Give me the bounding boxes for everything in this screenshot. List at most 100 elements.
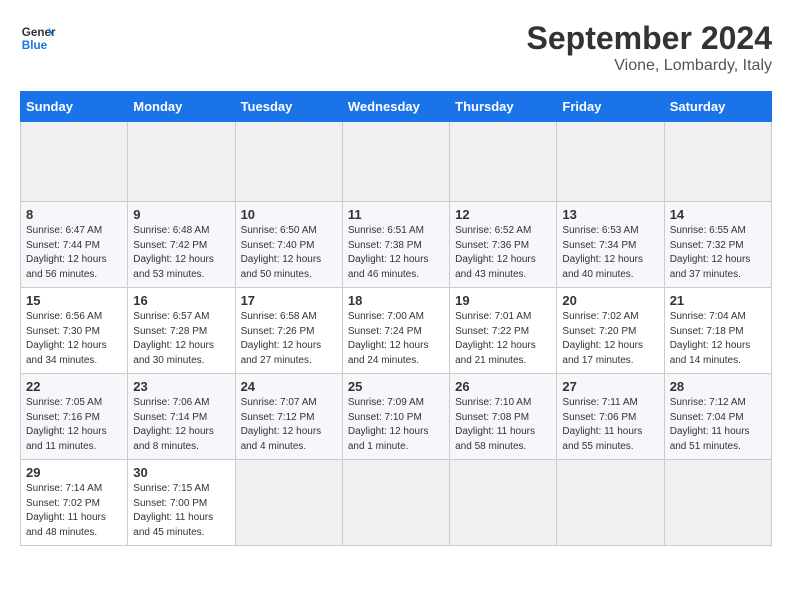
weekday-header-row: SundayMondayTuesdayWednesdayThursdayFrid…	[21, 92, 772, 122]
calendar-cell	[21, 122, 128, 202]
calendar-cell	[664, 460, 771, 546]
calendar-cell: 30 Sunrise: 7:15 AMSunset: 7:00 PMDayligh…	[128, 460, 235, 546]
day-number: 18	[348, 293, 444, 308]
calendar-table: SundayMondayTuesdayWednesdayThursdayFrid…	[20, 91, 772, 546]
logo-icon: General Blue	[20, 20, 56, 56]
calendar-cell	[450, 122, 557, 202]
cell-info: Sunrise: 7:14 AMSunset: 7:02 PMDaylight:…	[26, 482, 122, 540]
day-number: 22	[26, 379, 122, 394]
calendar-week-row	[21, 122, 772, 202]
calendar-week-row: 22Sunrise: 7:05 AMSunset: 7:16 PMDayligh…	[21, 374, 772, 460]
month-title: September 2024	[527, 20, 772, 57]
calendar-week-row: 8 Sunrise: 6:47 AMSunset: 7:44 PMDaylight…	[21, 202, 772, 288]
cell-info: Sunrise: 6:50 AMSunset: 7:40 PMDaylight:…	[241, 224, 337, 282]
day-number: 13	[562, 207, 658, 222]
day-number: 12	[455, 207, 551, 222]
calendar-cell	[235, 122, 342, 202]
cell-info: Sunrise: 6:52 AMSunset: 7:36 PMDaylight:…	[455, 224, 551, 282]
day-number: 29	[26, 465, 122, 480]
logo: General Blue	[20, 20, 56, 56]
day-number: 14	[670, 207, 766, 222]
weekday-header-monday: Monday	[128, 92, 235, 122]
calendar-cell: 17 Sunrise: 6:58 AMSunset: 7:26 PMDayligh…	[235, 288, 342, 374]
day-number: 11	[348, 207, 444, 222]
title-block: September 2024 Vione, Lombardy, Italy	[527, 20, 772, 75]
weekday-header-wednesday: Wednesday	[342, 92, 449, 122]
calendar-cell	[128, 122, 235, 202]
cell-info: Sunrise: 7:11 AMSunset: 7:06 PMDaylight:…	[562, 396, 658, 454]
day-number: 10	[241, 207, 337, 222]
day-number: 26	[455, 379, 551, 394]
weekday-header-sunday: Sunday	[21, 92, 128, 122]
calendar-cell: 18 Sunrise: 7:00 AMSunset: 7:24 PMDayligh…	[342, 288, 449, 374]
cell-info: Sunrise: 7:09 AMSunset: 7:10 PMDaylight:…	[348, 396, 444, 454]
day-number: 24	[241, 379, 337, 394]
day-number: 28	[670, 379, 766, 394]
calendar-cell: 29 Sunrise: 7:14 AMSunset: 7:02 PMDayligh…	[21, 460, 128, 546]
calendar-cell: 20 Sunrise: 7:02 AMSunset: 7:20 PMDayligh…	[557, 288, 664, 374]
calendar-cell: 21 Sunrise: 7:04 AMSunset: 7:18 PMDayligh…	[664, 288, 771, 374]
cell-info: Sunrise: 6:56 AMSunset: 7:30 PMDaylight:…	[26, 310, 122, 368]
day-number: 27	[562, 379, 658, 394]
day-number: 9	[133, 207, 229, 222]
calendar-week-row: 15 Sunrise: 6:56 AMSunset: 7:30 PMDayligh…	[21, 288, 772, 374]
day-number: 8	[26, 207, 122, 222]
calendar-cell: 23 Sunrise: 7:06 AMSunset: 7:14 PMDayligh…	[128, 374, 235, 460]
cell-info: Sunrise: 6:53 AMSunset: 7:34 PMDaylight:…	[562, 224, 658, 282]
cell-info: Sunrise: 7:00 AMSunset: 7:24 PMDaylight:…	[348, 310, 444, 368]
day-number: 21	[670, 293, 766, 308]
weekday-header-tuesday: Tuesday	[235, 92, 342, 122]
weekday-header-friday: Friday	[557, 92, 664, 122]
calendar-cell	[557, 460, 664, 546]
cell-info: Sunrise: 7:02 AMSunset: 7:20 PMDaylight:…	[562, 310, 658, 368]
calendar-cell	[235, 460, 342, 546]
day-number: 20	[562, 293, 658, 308]
day-number: 16	[133, 293, 229, 308]
calendar-cell: 15 Sunrise: 6:56 AMSunset: 7:30 PMDayligh…	[21, 288, 128, 374]
cell-info: Sunrise: 7:01 AMSunset: 7:22 PMDaylight:…	[455, 310, 551, 368]
weekday-header-saturday: Saturday	[664, 92, 771, 122]
cell-info: Sunrise: 6:47 AMSunset: 7:44 PMDaylight:…	[26, 224, 122, 282]
calendar-cell: 11 Sunrise: 6:51 AMSunset: 7:38 PMDayligh…	[342, 202, 449, 288]
day-number: 17	[241, 293, 337, 308]
cell-info: Sunrise: 7:07 AMSunset: 7:12 PMDaylight:…	[241, 396, 337, 454]
day-number: 23	[133, 379, 229, 394]
calendar-cell	[342, 460, 449, 546]
cell-info: Sunrise: 7:15 AMSunset: 7:00 PMDaylight:…	[133, 482, 229, 540]
cell-info: Sunrise: 7:12 AMSunset: 7:04 PMDaylight:…	[670, 396, 766, 454]
calendar-cell: 19 Sunrise: 7:01 AMSunset: 7:22 PMDayligh…	[450, 288, 557, 374]
day-number: 19	[455, 293, 551, 308]
svg-text:Blue: Blue	[22, 39, 48, 52]
calendar-cell: 24 Sunrise: 7:07 AMSunset: 7:12 PMDayligh…	[235, 374, 342, 460]
location: Vione, Lombardy, Italy	[527, 57, 772, 75]
cell-info: Sunrise: 6:57 AMSunset: 7:28 PMDaylight:…	[133, 310, 229, 368]
calendar-cell	[557, 122, 664, 202]
calendar-week-row: 29 Sunrise: 7:14 AMSunset: 7:02 PMDayligh…	[21, 460, 772, 546]
calendar-cell: 27 Sunrise: 7:11 AMSunset: 7:06 PMDayligh…	[557, 374, 664, 460]
weekday-header-thursday: Thursday	[450, 92, 557, 122]
cell-info: Sunrise: 7:04 AMSunset: 7:18 PMDaylight:…	[670, 310, 766, 368]
calendar-cell: 22Sunrise: 7:05 AMSunset: 7:16 PMDayligh…	[21, 374, 128, 460]
calendar-cell: 14 Sunrise: 6:55 AMSunset: 7:32 PMDayligh…	[664, 202, 771, 288]
calendar-cell: 16 Sunrise: 6:57 AMSunset: 7:28 PMDayligh…	[128, 288, 235, 374]
calendar-cell: 26 Sunrise: 7:10 AMSunset: 7:08 PMDayligh…	[450, 374, 557, 460]
day-number: 30	[133, 465, 229, 480]
cell-info: Sunrise: 6:51 AMSunset: 7:38 PMDaylight:…	[348, 224, 444, 282]
calendar-cell: 13 Sunrise: 6:53 AMSunset: 7:34 PMDayligh…	[557, 202, 664, 288]
cell-info: Sunrise: 7:06 AMSunset: 7:14 PMDaylight:…	[133, 396, 229, 454]
calendar-cell	[342, 122, 449, 202]
cell-info: Sunrise: 6:58 AMSunset: 7:26 PMDaylight:…	[241, 310, 337, 368]
day-number: 15	[26, 293, 122, 308]
calendar-cell: 28 Sunrise: 7:12 AMSunset: 7:04 PMDayligh…	[664, 374, 771, 460]
page-header: General Blue September 2024 Vione, Lomba…	[20, 20, 772, 75]
calendar-cell: 10 Sunrise: 6:50 AMSunset: 7:40 PMDayligh…	[235, 202, 342, 288]
cell-info: Sunrise: 6:55 AMSunset: 7:32 PMDaylight:…	[670, 224, 766, 282]
calendar-cell: 25 Sunrise: 7:09 AMSunset: 7:10 PMDayligh…	[342, 374, 449, 460]
calendar-cell: 12 Sunrise: 6:52 AMSunset: 7:36 PMDayligh…	[450, 202, 557, 288]
calendar-cell	[664, 122, 771, 202]
day-number: 25	[348, 379, 444, 394]
cell-info: Sunrise: 7:10 AMSunset: 7:08 PMDaylight:…	[455, 396, 551, 454]
calendar-cell: 8 Sunrise: 6:47 AMSunset: 7:44 PMDaylight…	[21, 202, 128, 288]
calendar-cell: 9Sunrise: 6:48 AMSunset: 7:42 PMDaylight…	[128, 202, 235, 288]
calendar-cell	[450, 460, 557, 546]
